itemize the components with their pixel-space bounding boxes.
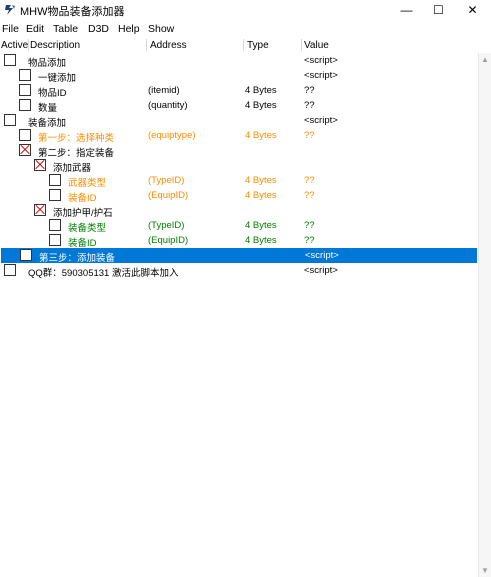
menu-help[interactable]: Help (118, 23, 140, 35)
table-row[interactable]: 物品添加 <script> (0, 53, 478, 69)
table-row[interactable]: 武器类型 (TypeID) 4 Bytes ?? (0, 173, 478, 189)
row-description: 装备ID (68, 193, 97, 204)
table-row[interactable]: 装备ID (EquipID) 4 Bytes ?? (0, 188, 478, 204)
row-type: 4 Bytes (245, 100, 277, 111)
scroll-up-arrow-icon[interactable]: ▲ (481, 55, 489, 64)
row-description: 物品添加 (28, 58, 67, 69)
table-row[interactable]: 装备类型 (TypeID) 4 Bytes ?? (0, 218, 478, 234)
active-checkbox[interactable] (49, 234, 61, 246)
row-address: (TypeID) (148, 220, 185, 231)
table-row[interactable]: 一键添加 <script> (0, 68, 478, 84)
row-value[interactable]: <script> (305, 250, 339, 261)
row-value[interactable]: ?? (304, 220, 315, 231)
row-address: (equiptype) (148, 130, 196, 141)
row-value[interactable]: ?? (304, 100, 315, 111)
row-value[interactable]: ?? (304, 130, 315, 141)
row-type: 4 Bytes (245, 175, 277, 186)
active-checkbox[interactable] (49, 219, 61, 231)
row-description: 武器类型 (68, 178, 107, 189)
header-divider[interactable] (301, 39, 302, 51)
cheat-engine-crab-icon (5, 5, 15, 15)
table-row[interactable]: 装备添加 <script> (0, 113, 478, 129)
row-description: 第一步：选择种类 (38, 133, 115, 144)
table-row[interactable]: QQ群：590305131 激活此脚本加入 <script> (0, 263, 478, 279)
active-checkbox[interactable] (34, 204, 46, 216)
row-type: 4 Bytes (245, 235, 277, 246)
row-value[interactable]: ?? (304, 190, 315, 201)
row-description: 装备添加 (28, 118, 67, 129)
maximize-button[interactable]: ☐ (422, 0, 455, 20)
row-value[interactable]: <script> (304, 115, 338, 126)
table-row[interactable]: 数量 (quantity) 4 Bytes ?? (0, 98, 478, 114)
row-description: 装备类型 (68, 223, 107, 234)
menu-table[interactable]: Table (53, 23, 78, 35)
row-value[interactable]: <script> (304, 265, 338, 276)
close-button[interactable]: ✕ (456, 0, 489, 20)
active-checkbox[interactable] (19, 69, 31, 81)
row-value[interactable]: ?? (304, 85, 315, 96)
header-address[interactable]: Address (150, 40, 187, 51)
header-description[interactable]: Description (30, 40, 80, 51)
table-row[interactable]: 第一步：选择种类 (equiptype) 4 Bytes ?? (0, 128, 478, 144)
table-row[interactable]: 第二步：指定装备 (0, 143, 478, 159)
window-title: MHW物品装备添加器 (20, 6, 125, 18)
active-checkbox[interactable] (4, 114, 16, 126)
table-row[interactable]: 添加护甲/护石 (0, 203, 478, 219)
row-type: 4 Bytes (245, 190, 277, 201)
row-description: 添加武器 (53, 163, 92, 174)
row-address: (EquipID) (148, 235, 189, 246)
menu-show[interactable]: Show (148, 23, 174, 35)
column-header: Active Description Address Type Value (0, 38, 491, 52)
table-row[interactable]: 第三步：添加装备 <script> (1, 248, 477, 264)
vertical-scrollbar[interactable]: ▲ ▼ (478, 53, 491, 577)
active-checkbox[interactable] (49, 174, 61, 186)
row-type: 4 Bytes (245, 220, 277, 231)
row-description: 添加护甲/护石 (53, 208, 113, 219)
header-type[interactable]: Type (247, 40, 269, 51)
row-value[interactable]: <script> (304, 70, 338, 81)
active-checkbox[interactable] (20, 249, 32, 261)
row-description: 第二步：指定装备 (38, 148, 115, 159)
scroll-down-arrow-icon[interactable]: ▼ (481, 566, 489, 575)
table-row[interactable]: 物品ID (itemid) 4 Bytes ?? (0, 83, 478, 99)
minimize-button[interactable]: — (390, 0, 423, 20)
row-address: (TypeID) (148, 175, 185, 186)
row-address: (quantity) (148, 100, 188, 111)
cheat-table-list: 物品添加 <script> 一键添加 <script> 物品ID (itemid… (0, 53, 478, 577)
row-type: 4 Bytes (245, 85, 277, 96)
table-row[interactable]: 添加武器 (0, 158, 478, 174)
menu-bar: File Edit Table D3D Help Show (0, 21, 491, 37)
row-value[interactable]: ?? (304, 235, 315, 246)
menu-d3d[interactable]: D3D (88, 23, 109, 35)
header-divider[interactable] (243, 39, 244, 51)
active-checkbox[interactable] (49, 189, 61, 201)
header-active[interactable]: Active (1, 40, 28, 51)
header-value[interactable]: Value (304, 40, 329, 51)
active-checkbox[interactable] (19, 99, 31, 111)
row-description: 数量 (38, 103, 58, 114)
active-checkbox[interactable] (34, 159, 46, 171)
row-address: (itemid) (148, 85, 180, 96)
menu-file[interactable]: File (2, 23, 19, 35)
row-type: 4 Bytes (245, 130, 277, 141)
row-description: 装备ID (68, 238, 97, 249)
active-checkbox[interactable] (19, 144, 31, 156)
row-description: 第三步：添加装备 (39, 253, 116, 264)
row-value[interactable]: ?? (304, 175, 315, 186)
menu-edit[interactable]: Edit (26, 23, 44, 35)
row-description: QQ群：590305131 激活此脚本加入 (28, 268, 179, 279)
active-checkbox[interactable] (4, 264, 16, 276)
header-divider[interactable] (28, 39, 29, 51)
header-divider[interactable] (146, 39, 147, 51)
row-value[interactable]: <script> (304, 55, 338, 66)
row-description: 物品ID (38, 88, 67, 99)
active-checkbox[interactable] (19, 129, 31, 141)
active-checkbox[interactable] (4, 54, 16, 66)
active-checkbox[interactable] (19, 84, 31, 96)
title-bar: MHW物品装备添加器 — ☐ ✕ (0, 0, 491, 20)
table-row[interactable]: 装备ID (EquipID) 4 Bytes ?? (0, 233, 478, 249)
row-address: (EquipID) (148, 190, 189, 201)
row-description: 一键添加 (38, 73, 77, 84)
